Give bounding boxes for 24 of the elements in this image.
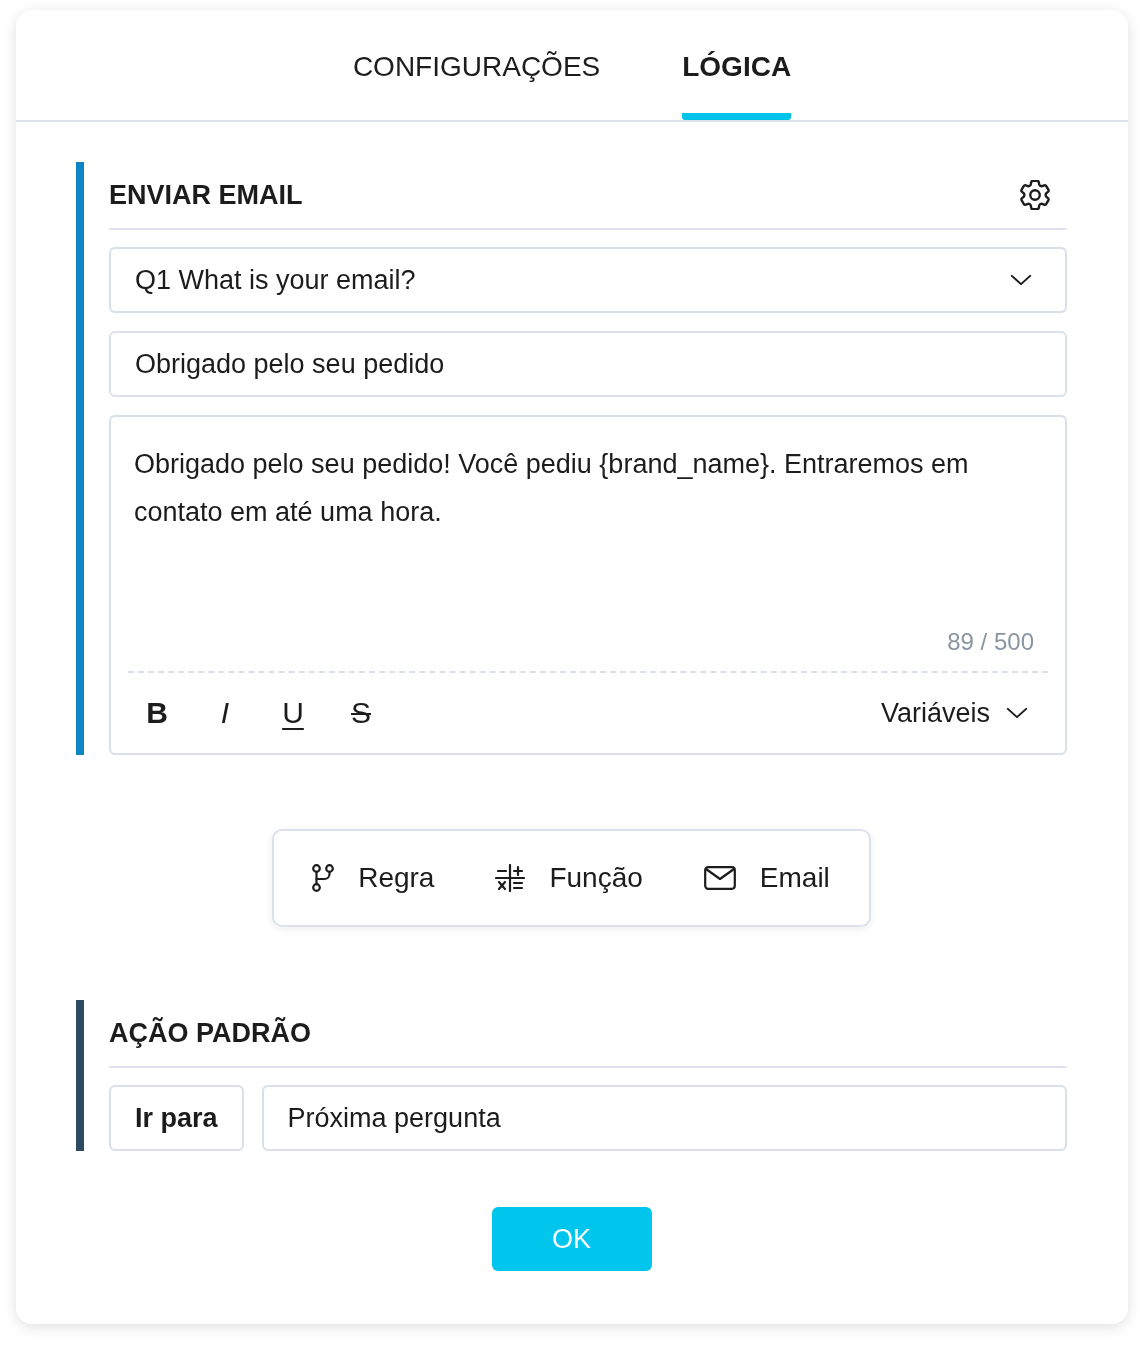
envelope-icon — [703, 866, 736, 890]
message-field[interactable]: Obrigado pelo seu pedido! Você pediu {brand_name}. Entraremos em contato em até uma hora. — [128, 417, 1048, 627]
email-button[interactable]: Email — [703, 861, 830, 895]
math-operators-icon — [495, 864, 526, 892]
subject-field[interactable]: Obrigado pelo seu pedido — [109, 331, 1067, 397]
go-to-label: Ir para — [109, 1085, 244, 1151]
tab[interactable]: LÓGICA — [682, 10, 792, 120]
rule-button[interactable]: Regra — [312, 861, 435, 895]
function-button[interactable]: Função — [495, 861, 643, 895]
question-select[interactable]: Q1 What is your email? — [109, 247, 1067, 313]
tab[interactable]: CONFIGURAÇÕES — [352, 10, 601, 120]
section-title: ENVIAR EMAIL — [109, 179, 303, 211]
italic-button[interactable]: I — [203, 693, 247, 733]
settings-icon[interactable] — [1020, 180, 1050, 210]
target-field[interactable]: Próxima pergunta — [261, 1085, 1067, 1151]
chevron-down-icon — [1010, 274, 1032, 286]
variables-dropdown[interactable]: Variáveis — [880, 693, 1030, 733]
bold-button[interactable]: B — [135, 693, 179, 733]
branch-icon — [312, 864, 335, 892]
character-counter: 89 / 500 — [947, 627, 1035, 657]
section-title: AÇÃO PADRÃO — [109, 1017, 311, 1049]
underline-button[interactable]: U — [271, 693, 315, 733]
strikethrough-button[interactable]: S — [339, 693, 383, 733]
chevron-down-icon — [1006, 707, 1028, 719]
